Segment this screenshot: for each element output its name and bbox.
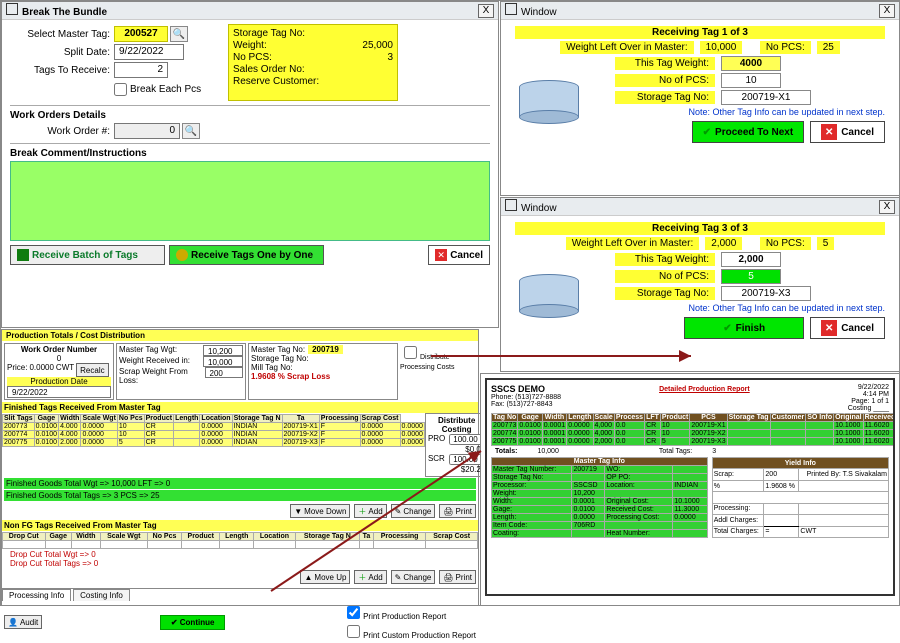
comment-heading: Break Comment/Instructions [10, 148, 490, 159]
close-icon: ✕ [821, 124, 837, 140]
excel-icon [17, 249, 29, 261]
split-date-label: Split Date: [10, 47, 110, 58]
this-weight-input[interactable]: 2,000 [721, 252, 781, 267]
work-orders-heading: Work Orders Details [10, 110, 490, 121]
tag-info-block: Storage Tag No: Weight:25,000 No PCS:3 S… [228, 24, 398, 101]
print-button-2[interactable]: 🖨 Print [439, 570, 476, 584]
work-order-input[interactable]: 0 [114, 123, 180, 139]
yield-info-table: Yield Info Scrap:200Printed By: T.S Siva… [712, 457, 889, 538]
close-icon[interactable]: X [478, 4, 494, 18]
fg-total-wgt: Finished Goods Total Wgt => 10,000 LFT =… [4, 478, 476, 489]
search-work-order-button[interactable]: 🔍 [182, 123, 200, 139]
comment-textarea[interactable] [10, 161, 490, 241]
no-pcs-input[interactable]: 5 [721, 269, 781, 284]
work-order-label: Work Order #: [10, 126, 110, 137]
titlebar: Window X [501, 2, 899, 20]
company-name: SSCS DEMO [491, 384, 561, 394]
print-prod-report-checkbox[interactable] [347, 606, 360, 619]
cancel-button[interactable]: ✕Cancel [810, 317, 885, 339]
window-title: Window [521, 7, 557, 18]
break-each-pcs-checkbox[interactable] [114, 83, 127, 96]
app-icon [6, 3, 18, 15]
move-up-button[interactable]: ▲ Move Up [300, 570, 350, 584]
production-totals-panel: Production Totals / Cost Distribution Wo… [1, 329, 479, 606]
print-button[interactable]: 🖨 Print [439, 504, 476, 518]
add-button-2[interactable]: ＋Add [354, 570, 386, 584]
report-title: Detailed Production Report [659, 386, 750, 410]
master-tag-info-table: Master Tag Info Master Tag Number:200719… [491, 457, 708, 538]
receiving-title: Receiving Tag 1 of 3 [515, 26, 885, 39]
tab-costing-info[interactable]: Costing Info [73, 589, 130, 601]
this-weight-input[interactable]: 4000 [721, 56, 781, 71]
break-each-pcs-label: Break Each Pcs [130, 84, 201, 95]
close-icon[interactable]: X [879, 4, 895, 18]
scrap-loss-text: 1.9608 % Scrap Loss [251, 372, 395, 381]
database-icon [519, 80, 579, 130]
finished-tags-header: Finished Tags Received From Master Tag [2, 402, 478, 413]
no-pcs-input[interactable]: 10 [721, 73, 781, 88]
break-bundle-window: Break The Bundle X Select Master Tag: 20… [1, 1, 499, 328]
report-table: Tag NoGageWidthLengthScaleProcessLFTProd… [491, 413, 895, 446]
finished-tags-table: Slit TagsGageWidthScale WgtNo PcsProduct… [2, 414, 425, 447]
storage-tag-input[interactable]: 200719-X3 [721, 286, 811, 301]
non-fg-table: Drop CutGageWidthScale WgtNo PcsProductL… [2, 532, 478, 549]
titlebar: Window X [501, 198, 899, 216]
finish-button[interactable]: ✔Finish [684, 317, 804, 339]
close-icon: ✕ [435, 249, 447, 261]
search-master-tag-button[interactable]: 🔍 [170, 26, 188, 42]
tab-processing-info[interactable]: Processing Info [2, 589, 71, 601]
close-icon[interactable]: X [879, 200, 895, 214]
add-button[interactable]: ＋Add [354, 504, 386, 518]
cancel-button[interactable]: ✕Cancel [810, 121, 885, 143]
titlebar: Break The Bundle X [2, 2, 498, 20]
proceed-button[interactable]: ✔Proceed To Next [692, 121, 805, 143]
check-icon: ✔ [703, 127, 711, 138]
window-title: Break The Bundle [22, 7, 107, 18]
receiving-window-1: Window X Receiving Tag 1 of 3 Weight Lef… [500, 1, 900, 196]
storage-tag-input[interactable]: 200719-X1 [721, 90, 811, 105]
receive-batch-button[interactable]: Receive Batch of Tags [10, 245, 165, 265]
non-fg-header: Non FG Tags Received From Master Tag [2, 520, 478, 531]
cancel-button[interactable]: ✕Cancel [428, 245, 490, 265]
prod-date-input[interactable]: 9/22/2022 [7, 386, 111, 398]
fg-total-tags: Finished Goods Total Tags => 3 PCS => 25 [4, 490, 476, 501]
distribute-costing-box: Distribute Costing PRO $0.00 SCR $20.20 [425, 413, 488, 477]
receiving-window-3: Window X Receiving Tag 3 of 3 Weight Lef… [500, 197, 900, 372]
continue-button[interactable]: ✔ Continue [160, 615, 226, 630]
move-down-button[interactable]: ▼ Move Down [290, 504, 350, 518]
app-icon [505, 199, 517, 211]
distribute-processing-checkbox[interactable] [404, 346, 417, 359]
master-tag-input[interactable]: 200527 [114, 26, 168, 42]
change-button-2[interactable]: ✎ Change [391, 570, 436, 584]
detailed-report-panel: SSCS DEMO Phone: (513)727-8888 Fax: (513… [480, 373, 900, 606]
database-icon [519, 274, 579, 324]
app-icon [505, 3, 517, 15]
tags-to-receive-input[interactable]: 2 [114, 62, 168, 78]
audit-button[interactable]: 👤 Audit [4, 615, 42, 629]
close-icon: ✕ [821, 320, 837, 336]
recalc-button[interactable]: Recalc [76, 363, 108, 377]
hand-icon [176, 249, 188, 261]
change-button[interactable]: ✎ Change [391, 504, 436, 518]
split-date-input[interactable]: 9/22/2022 [114, 44, 184, 60]
check-icon: ✔ [723, 323, 731, 334]
tags-to-receive-label: Tags To Receive: [10, 65, 110, 76]
receiving-title: Receiving Tag 3 of 3 [515, 222, 885, 235]
print-custom-report-checkbox[interactable] [347, 625, 360, 638]
window-title: Window [521, 203, 557, 214]
master-tag-label: Select Master Tag: [10, 29, 110, 40]
panel-title: Production Totals / Cost Distribution [2, 330, 478, 341]
receive-one-by-one-button[interactable]: Receive Tags One by One [169, 245, 324, 265]
